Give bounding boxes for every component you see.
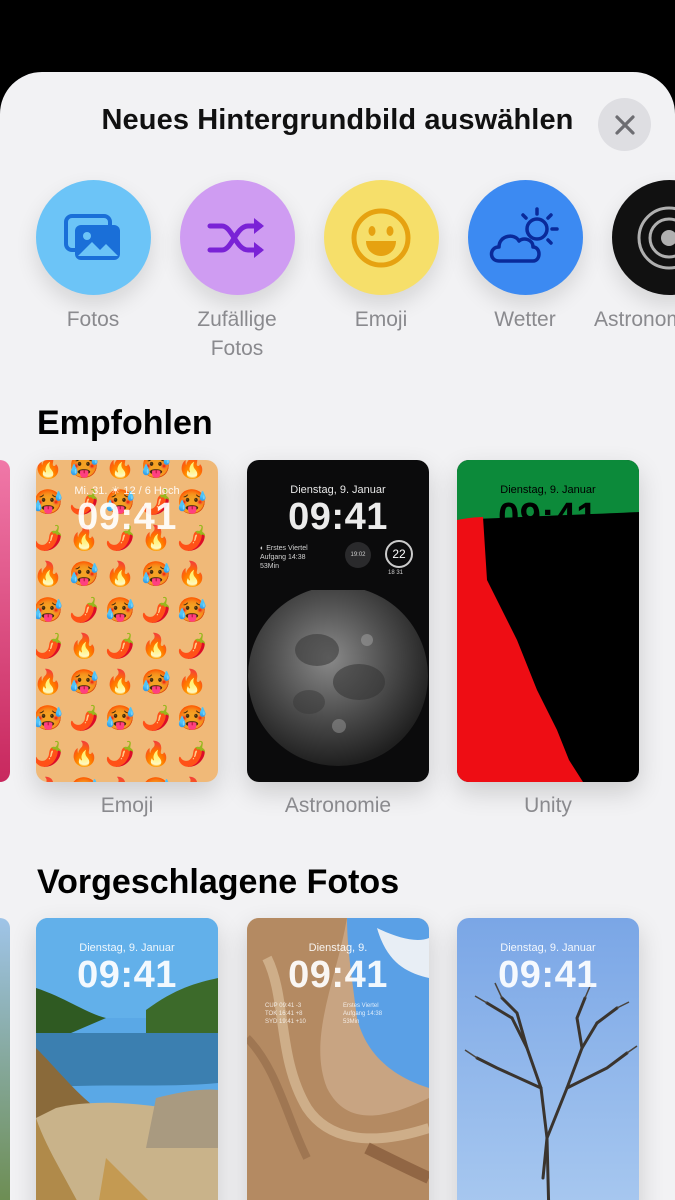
photos-icon	[64, 213, 120, 260]
lock-date: Dienstag, 9. Januar	[500, 942, 596, 954]
lock-time: 09:41	[77, 954, 177, 996]
category-fotos-label: Fotos	[66, 308, 120, 331]
category-wetter[interactable]: Wetter	[450, 180, 600, 334]
moon-phase-widget: ◐ Erstes Viertel Aufgang 14:38 53Min	[260, 545, 308, 570]
lock-date: Dienstag, 9. Januar	[290, 484, 386, 496]
category-emoji-label: Emoji	[354, 308, 408, 331]
astronomy-icon	[637, 206, 675, 269]
wallpaper-picker-sheet: Neues Hintergrundbild auswählen Fotos Zu…	[0, 72, 675, 1200]
recommended-card-astronomie[interactable]: Dienstag, 9. Januar 09:41 ◐ Erstes Viert…	[247, 460, 429, 782]
temperature-dial-widget: 22	[385, 540, 413, 568]
previous-card-peek[interactable]	[0, 460, 10, 782]
lock-date: Dienstag, 9. Januar	[79, 942, 175, 954]
shuffle-icon	[207, 217, 264, 258]
category-zufaellige-circle[interactable]	[179, 180, 295, 295]
lock-date: Dienstag, 9. Januar	[500, 484, 596, 496]
sheet-title: Neues Hintergrundbild auswählen	[101, 104, 574, 136]
category-astronomie-circle[interactable]	[611, 180, 675, 295]
suggested-photo-river[interactable]: Dienstag, 9. Januar 09:41	[36, 918, 218, 1200]
section-title-recommended: Empfohlen	[37, 404, 213, 442]
lock-time: 09:41	[498, 496, 598, 538]
moon-image	[248, 590, 428, 766]
category-zufaellige-fotos[interactable]: Zufällige Fotos	[162, 180, 312, 363]
recommended-card-astronomie-label: Astronomie	[284, 794, 392, 817]
category-wetter-label: Wetter	[494, 308, 556, 331]
suggested-photo-tree[interactable]: Dienstag, 9. Januar 09:41	[457, 918, 639, 1200]
previous-photo-peek[interactable]	[0, 918, 10, 1200]
recommended-card-unity-label: Unity	[524, 794, 572, 817]
moon-widget: Erstes Viertel Aufgang 14:38 53Min	[343, 1003, 383, 1025]
category-fotos-circle[interactable]	[35, 180, 151, 295]
lock-time: 09:41	[288, 954, 388, 996]
category-emoji-circle[interactable]	[323, 180, 439, 295]
lock-date: Dienstag, 9.	[308, 942, 368, 954]
lock-time: 09:41	[498, 954, 598, 996]
recommended-card-unity[interactable]: Dienstag, 9. Januar 09:41	[457, 460, 639, 782]
clock-dial-widget: 19:02	[345, 542, 371, 568]
suggested-photo-canyon[interactable]: Dienstag, 9. 09:41 CUP 09:41 -3 TOK 16:4…	[247, 918, 429, 1200]
category-astronomie[interactable]: Astronomie	[594, 180, 675, 334]
weather-icon	[489, 206, 559, 263]
temperature-dial-sub: 18 31	[388, 570, 404, 576]
world-clock-widget: CUP 09:41 -3 TOK 16:41 +8 SYD 19:41 +10	[265, 1003, 306, 1025]
category-zufaellige-label: Zufällige Fotos	[197, 308, 277, 360]
section-title-suggested-photos: Vorgeschlagene Fotos	[37, 863, 400, 901]
category-fotos[interactable]: Fotos	[18, 180, 168, 334]
category-emoji[interactable]: Emoji	[306, 180, 456, 334]
smiley-icon	[351, 208, 411, 267]
moon-phase-icon: ◐	[260, 545, 265, 552]
lock-time: 09:41	[77, 496, 177, 538]
close-button[interactable]	[598, 98, 651, 151]
close-icon	[614, 114, 635, 135]
recommended-card-emoji-label: Emoji	[100, 794, 154, 817]
category-astronomie-label: Astronomie	[594, 308, 675, 331]
category-wetter-circle[interactable]	[467, 180, 583, 295]
lock-time: 09:41	[288, 496, 388, 538]
recommended-card-emoji[interactable]: 🔥 🥵 🔥 🥵 🔥 🥵 🌶️ 🥵 🌶️ 🥵 🌶️ 🔥 🌶️ 🔥 🌶️ 🔥 🥵 🔥 🥵 🔥 🥵 🌶️ 🥵 🌶️ 🥵 🌶️ 🔥…	[36, 460, 218, 782]
